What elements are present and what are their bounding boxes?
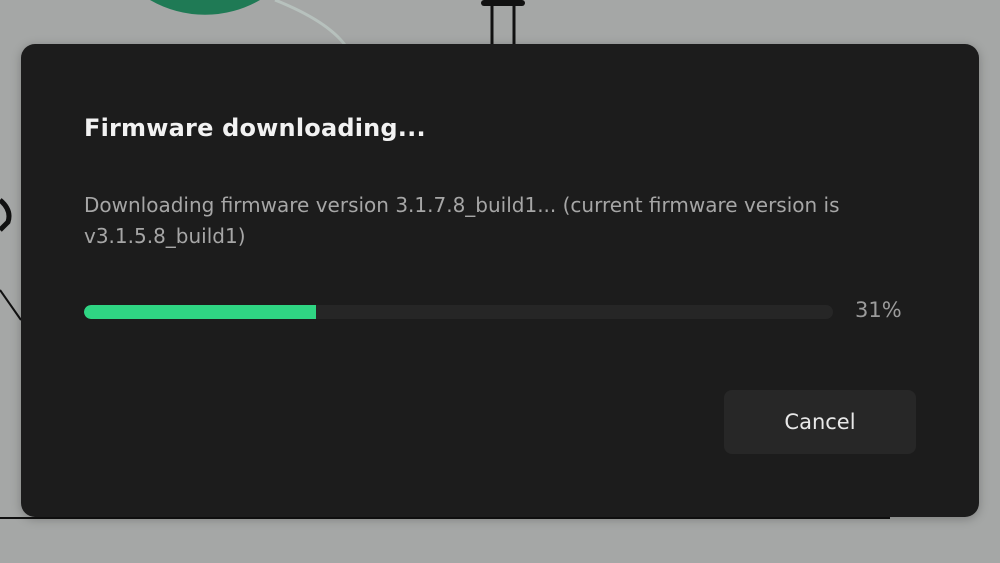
progress-bar xyxy=(84,305,833,319)
dialog-title: Firmware downloading... xyxy=(84,114,426,142)
cancel-button[interactable]: Cancel xyxy=(724,390,916,454)
progress-bar-fill xyxy=(84,305,317,319)
dialog-message: Downloading firmware version 3.1.7.8_bui… xyxy=(84,193,840,248)
progress-percent: 31% xyxy=(855,298,902,322)
firmware-download-dialog: Firmware downloading... Downloading firm… xyxy=(21,44,979,517)
